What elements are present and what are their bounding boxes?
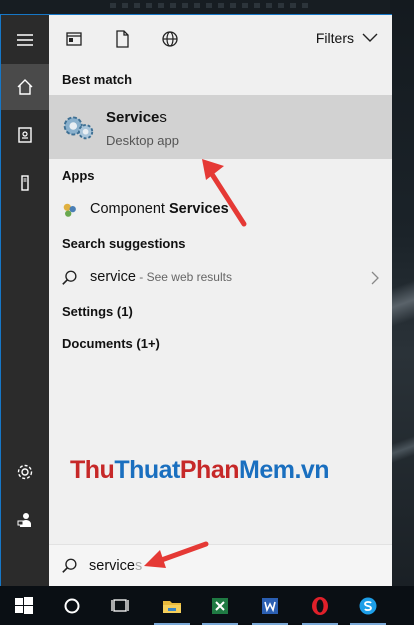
left-rail (1, 15, 49, 586)
skype-icon (359, 597, 377, 614)
best-match-services-item[interactable]: Services Desktop app (49, 95, 392, 159)
search-icon (62, 270, 77, 285)
background-window-strip (0, 0, 414, 14)
component-services-icon (63, 203, 76, 217)
filters-dropdown[interactable]: Filters (316, 30, 378, 46)
watermark-logo: ThuThuatPhanMem.vn (70, 456, 330, 484)
notebook-button[interactable] (1, 112, 49, 158)
red-arrow-annotation-bottom (144, 541, 209, 568)
search-box[interactable]: services (49, 544, 392, 587)
file-explorer-button[interactable] (148, 586, 196, 625)
feedback-person-icon (17, 513, 31, 527)
filter-toolbar: Filters (49, 15, 392, 63)
chevron-right-icon (371, 271, 379, 285)
best-match-header: Best match (62, 72, 133, 87)
apps-filter-icon[interactable] (64, 29, 84, 49)
filters-label: Filters (315, 30, 354, 46)
desktop-background (390, 0, 414, 586)
hamburger-icon (17, 34, 33, 46)
documents-filter-icon[interactable] (112, 29, 132, 49)
web-suggestion-label: service - See web results (90, 269, 232, 285)
feedback-button[interactable] (1, 497, 49, 543)
cortana-icon (64, 598, 80, 613)
home-icon (17, 79, 33, 95)
start-button[interactable] (0, 586, 48, 625)
opera-button[interactable] (296, 586, 344, 625)
cortana-button[interactable] (48, 586, 96, 625)
hamburger-menu-button[interactable] (1, 17, 49, 63)
gear-icon (17, 464, 33, 480)
skype-button[interactable] (344, 586, 392, 625)
devices-button[interactable] (1, 160, 49, 206)
search-input[interactable]: services (89, 558, 142, 574)
file-explorer-icon (163, 600, 181, 613)
task-view-icon (111, 598, 129, 612)
search-suggestions-header: Search suggestions (62, 236, 186, 251)
opera-icon (312, 596, 328, 615)
services-gears-icon (63, 116, 94, 140)
word-icon (262, 597, 278, 614)
web-filter-icon[interactable] (160, 29, 180, 49)
windows-start-icon (15, 596, 33, 614)
search-icon (62, 558, 77, 573)
home-button[interactable] (1, 64, 49, 110)
best-match-subtitle: Desktop app (106, 133, 179, 148)
best-match-title: Services (106, 109, 167, 126)
tower-icon (21, 175, 29, 191)
web-suggestion-item[interactable]: service - See web results (49, 263, 392, 293)
excel-button[interactable] (196, 586, 244, 625)
red-arrow-annotation-top (202, 159, 247, 227)
start-search-panel: Filters Best match Services Desktop app … (0, 14, 392, 587)
notebook-icon (18, 127, 32, 143)
taskbar (0, 586, 414, 625)
excel-icon (212, 597, 228, 614)
apps-header: Apps (62, 168, 95, 183)
chevron-down-icon (362, 33, 378, 42)
settings-header[interactable]: Settings (1) (62, 304, 133, 319)
documents-header[interactable]: Documents (1+) (62, 336, 160, 351)
settings-button[interactable] (1, 449, 49, 495)
task-view-button[interactable] (96, 586, 144, 625)
word-button[interactable] (246, 586, 294, 625)
